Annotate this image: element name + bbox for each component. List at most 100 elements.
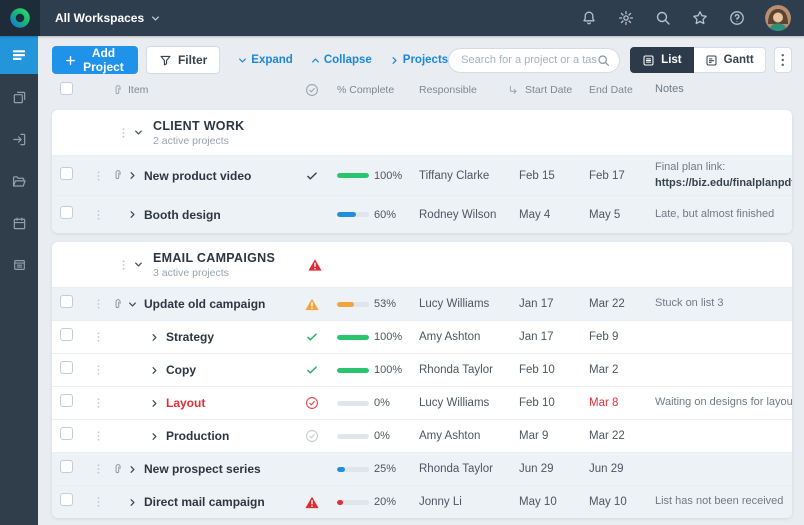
header-item: Item	[128, 84, 148, 96]
favorites-button[interactable]	[692, 10, 708, 26]
task-row[interactable]: Strategy100%Amy AshtonJan 17Feb 9	[52, 320, 792, 353]
workspace-label: All Workspaces	[55, 11, 144, 25]
row-checkbox[interactable]	[60, 361, 73, 374]
task-name: Direct mail campaign	[144, 495, 265, 509]
add-project-label: Add Project	[82, 46, 125, 74]
drag-handle-icon[interactable]	[97, 397, 100, 409]
task-name: Strategy	[166, 330, 214, 344]
task-row[interactable]: Update old campaign53%Lucy WilliamsJan 1…	[52, 287, 792, 320]
filter-button[interactable]: Filter	[146, 46, 220, 74]
group-title: CLIENT WORK	[153, 119, 244, 133]
group-header[interactable]: CLIENT WORK2 active projects	[52, 110, 792, 155]
notes: Stuck on list 3	[647, 296, 792, 311]
drag-handle-icon[interactable]	[97, 430, 100, 442]
user-avatar[interactable]	[765, 5, 791, 31]
drag-handle-icon[interactable]	[97, 298, 100, 310]
drag-handle-icon[interactable]	[97, 331, 100, 343]
end-date: May 5	[579, 209, 647, 221]
group-header[interactable]: EMAIL CAMPAIGNS3 active projects	[52, 242, 792, 287]
expand-chevron-icon[interactable]	[128, 171, 137, 180]
collapse-link[interactable]: Collapse	[311, 54, 372, 66]
progress-bar	[337, 368, 369, 373]
collapse-chevron-icon[interactable]	[134, 128, 143, 137]
row-checkbox[interactable]	[60, 493, 73, 506]
sb-copy-icon	[12, 90, 27, 105]
drag-handle-icon[interactable]	[97, 463, 100, 475]
settings-button[interactable]	[618, 10, 634, 26]
row-checkbox[interactable]	[60, 427, 73, 440]
search-button[interactable]	[655, 10, 671, 26]
notifications-button[interactable]	[581, 10, 597, 26]
expand-chevron-icon[interactable]	[128, 498, 137, 507]
progress-percent: 60%	[374, 209, 396, 221]
row-checkbox[interactable]	[60, 206, 73, 219]
task-name: New product video	[144, 169, 251, 183]
row-checkbox[interactable]	[60, 328, 73, 341]
start-date: Jun 29	[507, 463, 579, 475]
row-checkbox[interactable]	[60, 394, 73, 407]
expand-chevron-icon[interactable]	[150, 432, 159, 441]
sidebar-item-files[interactable]	[0, 162, 38, 200]
task-row[interactable]: Layout0%Lucy WilliamsFeb 10Mar 8Waiting …	[52, 386, 792, 419]
sidebar-item-tasks[interactable]	[0, 36, 38, 74]
drag-handle-icon[interactable]	[97, 209, 100, 221]
progress-percent: 100%	[374, 364, 402, 376]
responsible: Amy Ashton	[407, 331, 507, 343]
start-date: Feb 15	[507, 170, 579, 182]
drag-handle-icon[interactable]	[122, 259, 125, 271]
expand-chevron-icon[interactable]	[150, 366, 159, 375]
sidebar-item-requests[interactable]	[0, 120, 38, 158]
task-row[interactable]: New prospect series25%Rhonda TaylorJun 2…	[52, 452, 792, 485]
sidebar-item-calendar[interactable]	[0, 204, 38, 242]
task-row[interactable]: New product video100%Tiffany ClarkeFeb 1…	[52, 155, 792, 195]
expand-chevron-icon[interactable]	[150, 333, 159, 342]
expand-chevron-icon[interactable]	[150, 399, 159, 408]
sb-card-icon	[12, 258, 27, 272]
list-view-icon	[642, 54, 655, 67]
row-checkbox[interactable]	[60, 167, 73, 180]
row-checkbox[interactable]	[60, 460, 73, 473]
sidebar-item-reports[interactable]	[0, 246, 38, 284]
list-view-button[interactable]: List	[630, 47, 693, 73]
progress-bar	[337, 434, 369, 439]
workspace-switcher[interactable]: All Workspaces	[55, 11, 160, 25]
drag-handle-icon[interactable]	[97, 364, 100, 376]
paperclip-icon	[112, 298, 124, 311]
row-checkbox[interactable]	[60, 295, 73, 308]
task-row[interactable]: Production0%Amy AshtonMar 9Mar 22	[52, 419, 792, 452]
projects-label: Projects	[403, 54, 448, 66]
expand-chevron-icon[interactable]	[128, 210, 137, 219]
sb-list-icon	[11, 47, 27, 63]
expand-chevron-icon[interactable]	[128, 465, 137, 474]
select-all-checkbox[interactable]	[60, 82, 73, 95]
search-input[interactable]	[461, 54, 597, 66]
drag-handle-icon[interactable]	[97, 170, 100, 182]
end-date: Mar 22	[579, 430, 647, 442]
drag-handle-icon[interactable]	[122, 127, 125, 139]
more-options-button[interactable]	[774, 47, 792, 73]
collapse-chevron-icon[interactable]	[128, 300, 137, 309]
gantt-view-button[interactable]: Gantt	[694, 47, 766, 73]
sidebar-item-pages[interactable]	[0, 78, 38, 116]
end-date: Jun 29	[579, 463, 647, 475]
app-logo[interactable]	[0, 0, 40, 36]
paperclip-icon	[112, 463, 124, 476]
projects-link[interactable]: Projects	[390, 54, 448, 66]
view-switcher: List Gantt	[630, 47, 765, 73]
collapse-chevron-icon[interactable]	[134, 260, 143, 269]
add-project-button[interactable]: Add Project	[52, 46, 138, 74]
task-row[interactable]: Copy100%Rhonda TaylorFeb 10Mar 2	[52, 353, 792, 386]
help-button[interactable]	[729, 10, 745, 26]
drag-handle-icon[interactable]	[97, 496, 100, 508]
chevron-down-icon	[238, 56, 247, 65]
notes: Late, but almost finished	[647, 207, 792, 222]
corner-arrow-icon	[507, 84, 519, 96]
expand-link[interactable]: Expand	[238, 54, 293, 66]
task-row[interactable]: Direct mail campaign20%Jonny LiMay 10May…	[52, 485, 792, 518]
paperclip-icon	[112, 169, 124, 182]
responsible: Lucy Williams	[407, 298, 507, 310]
warn-orange-icon	[305, 298, 319, 311]
task-row[interactable]: Booth design60%Rodney WilsonMay 4May 5La…	[52, 195, 792, 233]
end-date: Feb 17	[579, 170, 647, 182]
header-end-date: End Date	[579, 84, 647, 96]
